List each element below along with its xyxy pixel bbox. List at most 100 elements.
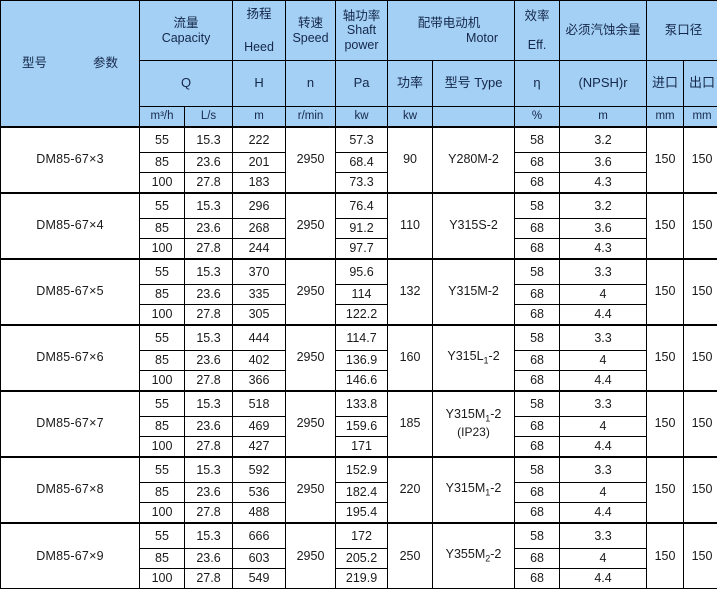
cell-efficiency: 58 bbox=[515, 391, 560, 417]
cell-capacity-m3h: 55 bbox=[140, 193, 185, 219]
cell-head: 201 bbox=[233, 153, 286, 173]
cell-bore-inlet: 150 bbox=[647, 193, 684, 259]
cell-model: DM85-67×7 bbox=[1, 391, 140, 457]
pump-specification-table: 型号 参数 流量 Capacity 扬程 Heed 转速 Speed 轴功率 S… bbox=[0, 0, 717, 589]
header-symbol-capacity: Q bbox=[140, 61, 233, 107]
cell-capacity-ls: 15.3 bbox=[185, 523, 233, 549]
header-motor-power-cn: 功率 bbox=[388, 61, 433, 107]
cell-speed: 2950 bbox=[286, 391, 336, 457]
cell-head: 244 bbox=[233, 239, 286, 259]
unit-shaft-power: kw bbox=[336, 107, 388, 127]
cell-motor-power: 132 bbox=[388, 259, 433, 325]
header-label-param: 参数 bbox=[93, 56, 118, 70]
cell-efficiency: 58 bbox=[515, 259, 560, 285]
cell-head: 518 bbox=[233, 391, 286, 417]
cell-bore-outlet: 150 bbox=[684, 325, 717, 391]
header-motor: 配带电动机 Motor bbox=[388, 1, 515, 61]
cell-npsh: 4.4 bbox=[560, 437, 647, 457]
cell-efficiency: 58 bbox=[515, 457, 560, 483]
cell-npsh: 3.2 bbox=[560, 127, 647, 153]
table-row: DM85-67×95515.36662950172250Y355M2-2583.… bbox=[1, 523, 717, 549]
cell-npsh: 4.4 bbox=[560, 503, 647, 523]
cell-head: 296 bbox=[233, 193, 286, 219]
header-bore: 泵口径 bbox=[647, 1, 717, 61]
header-capacity: 流量 Capacity bbox=[140, 1, 233, 61]
cell-npsh: 3.3 bbox=[560, 259, 647, 285]
header-head: 扬程 Heed bbox=[233, 1, 286, 61]
cell-shaft-power: 171 bbox=[336, 437, 388, 457]
cell-efficiency: 68 bbox=[515, 351, 560, 371]
cell-npsh: 4 bbox=[560, 351, 647, 371]
cell-efficiency: 58 bbox=[515, 325, 560, 351]
cell-npsh: 3.3 bbox=[560, 523, 647, 549]
cell-speed: 2950 bbox=[286, 127, 336, 193]
cell-capacity-m3h: 85 bbox=[140, 219, 185, 239]
cell-shaft-power: 91.2 bbox=[336, 219, 388, 239]
cell-capacity-m3h: 100 bbox=[140, 437, 185, 457]
cell-shaft-power: 219.9 bbox=[336, 569, 388, 589]
cell-shaft-power: 57.3 bbox=[336, 127, 388, 153]
cell-capacity-ls: 27.8 bbox=[185, 305, 233, 325]
cell-capacity-m3h: 55 bbox=[140, 325, 185, 351]
cell-shaft-power: 73.3 bbox=[336, 173, 388, 193]
cell-capacity-ls: 27.8 bbox=[185, 569, 233, 589]
table-body: 型号 参数 流量 Capacity 扬程 Heed 转速 Speed 轴功率 S… bbox=[1, 1, 717, 589]
cell-capacity-m3h: 55 bbox=[140, 523, 185, 549]
cell-motor-power: 90 bbox=[388, 127, 433, 193]
cell-capacity-m3h: 100 bbox=[140, 305, 185, 325]
cell-speed: 2950 bbox=[286, 325, 336, 391]
header-corner-model-param: 型号 参数 bbox=[1, 1, 140, 127]
cell-motor-power: 185 bbox=[388, 391, 433, 457]
cell-capacity-ls: 23.6 bbox=[185, 153, 233, 173]
header-npsh: 必须汽蚀余量 bbox=[560, 1, 647, 61]
cell-model: DM85-67×5 bbox=[1, 259, 140, 325]
cell-efficiency: 68 bbox=[515, 417, 560, 437]
cell-shaft-power: 152.9 bbox=[336, 457, 388, 483]
cell-capacity-ls: 15.3 bbox=[185, 325, 233, 351]
unit-head: m bbox=[233, 107, 286, 127]
cell-motor-type: Y315M1-2(IP23) bbox=[433, 391, 515, 457]
cell-shaft-power: 172 bbox=[336, 523, 388, 549]
cell-capacity-m3h: 100 bbox=[140, 371, 185, 391]
cell-shaft-power: 114.7 bbox=[336, 325, 388, 351]
header-motor-cn: 配带电动机 bbox=[384, 16, 514, 30]
table-row: DM85-67×45515.3296295076.4110Y315S-2583.… bbox=[1, 193, 717, 219]
cell-npsh: 3.6 bbox=[560, 153, 647, 173]
cell-shaft-power: 146.6 bbox=[336, 371, 388, 391]
cell-motor-type: Y315M-2 bbox=[433, 259, 515, 325]
cell-bore-inlet: 150 bbox=[647, 457, 684, 523]
cell-capacity-m3h: 100 bbox=[140, 503, 185, 523]
cell-capacity-m3h: 85 bbox=[140, 351, 185, 371]
cell-head: 549 bbox=[233, 569, 286, 589]
header-motor-type: 型号 Type bbox=[433, 61, 515, 107]
header-row-names: 型号 参数 流量 Capacity 扬程 Heed 转速 Speed 轴功率 S… bbox=[1, 1, 717, 61]
cell-efficiency: 68 bbox=[515, 437, 560, 457]
cell-efficiency: 58 bbox=[515, 193, 560, 219]
cell-motor-type: Y315L1-2 bbox=[433, 325, 515, 391]
unit-motor-power: kw bbox=[388, 107, 433, 127]
header-head-cn: 扬程 bbox=[233, 7, 285, 21]
cell-npsh: 4.3 bbox=[560, 173, 647, 193]
cell-efficiency: 68 bbox=[515, 239, 560, 259]
cell-capacity-m3h: 85 bbox=[140, 483, 185, 503]
unit-motor-type-blank bbox=[433, 107, 515, 127]
cell-capacity-m3h: 85 bbox=[140, 417, 185, 437]
cell-capacity-m3h: 85 bbox=[140, 549, 185, 569]
cell-efficiency: 68 bbox=[515, 549, 560, 569]
cell-efficiency: 68 bbox=[515, 153, 560, 173]
cell-npsh: 3.2 bbox=[560, 193, 647, 219]
cell-npsh: 4 bbox=[560, 285, 647, 305]
cell-shaft-power: 182.4 bbox=[336, 483, 388, 503]
cell-shaft-power: 114 bbox=[336, 285, 388, 305]
cell-efficiency: 68 bbox=[515, 569, 560, 589]
header-efficiency-cn: 效率 bbox=[515, 9, 559, 23]
cell-shaft-power: 68.4 bbox=[336, 153, 388, 173]
cell-capacity-ls: 27.8 bbox=[185, 371, 233, 391]
header-motor-type-en: Type bbox=[474, 75, 502, 90]
cell-bore-outlet: 150 bbox=[684, 193, 717, 259]
header-symbol-speed: n bbox=[286, 61, 336, 107]
cell-motor-type: Y355M2-2 bbox=[433, 523, 515, 589]
cell-motor-type: Y280M-2 bbox=[433, 127, 515, 193]
cell-shaft-power: 76.4 bbox=[336, 193, 388, 219]
cell-head: 402 bbox=[233, 351, 286, 371]
